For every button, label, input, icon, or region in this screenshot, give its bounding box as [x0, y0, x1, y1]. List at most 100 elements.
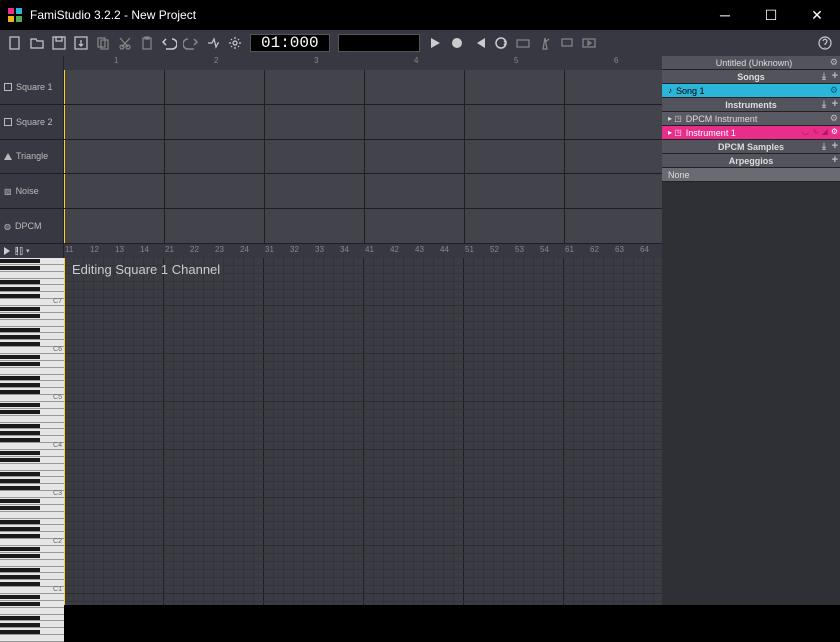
sequencer-corner — [0, 56, 64, 70]
loop-button[interactable] — [490, 32, 512, 54]
song-item[interactable]: ♪ Song 1 ⚙ — [662, 84, 840, 98]
project-panel: Untitled (Unknown) ⚙ Songs ⤓ + ♪ Song 1 … — [662, 56, 840, 605]
import-songs-icon[interactable]: ⤓ — [822, 71, 826, 82]
channel-name[interactable]: ▧Noise — [0, 174, 64, 208]
new-file-button[interactable] — [4, 32, 26, 54]
arpeggio-none[interactable]: None — [662, 168, 840, 182]
octave-label: C1 — [53, 586, 62, 593]
add-arpeggio-icon[interactable]: + — [832, 154, 838, 166]
beat-number: 14 — [140, 245, 149, 254]
beat-number: 31 — [265, 245, 274, 254]
octave-label: C7 — [53, 298, 62, 305]
project-title-row[interactable]: Untitled (Unknown) ⚙ — [662, 56, 840, 70]
import-dpcm-icon[interactable]: ⤓ — [822, 141, 826, 152]
bar-number: 6 — [614, 56, 618, 65]
beat-number: 64 — [640, 245, 649, 254]
app-icon — [0, 0, 30, 30]
square-icon: ▸ ◳ — [668, 114, 682, 123]
gear-icon[interactable]: ⚙ — [830, 85, 838, 96]
help-button[interactable] — [814, 32, 836, 54]
add-song-icon[interactable]: + — [832, 70, 838, 82]
instrument-item-dpcm[interactable]: ▸ ◳ DPCM Instrument ⚙ — [662, 112, 840, 126]
octave-label: C3 — [53, 490, 62, 497]
paste-button[interactable] — [136, 32, 158, 54]
title-bar: FamiStudio 3.2.2 - New Project ─ ☐ ✕ — [0, 0, 840, 30]
export-button[interactable] — [70, 32, 92, 54]
channel-name[interactable]: Square 2 — [0, 105, 64, 139]
channel-row: Square 1 — [0, 70, 662, 105]
transform-button[interactable] — [202, 32, 224, 54]
piano-keyboard[interactable]: C7 C6 C5 C4 C3 C2 C1 — [0, 258, 64, 605]
channel-grid[interactable] — [64, 209, 662, 243]
beat-number: 63 — [615, 245, 624, 254]
progress-bar[interactable] — [338, 34, 420, 52]
minimize-button[interactable]: ─ — [702, 0, 748, 30]
cut-button[interactable] — [114, 32, 136, 54]
octave-label: C4 — [53, 442, 62, 449]
sequencer: 1234567 Square 1Square 2Triangle▧Noise◍D… — [0, 56, 662, 258]
beat-number: 54 — [540, 245, 549, 254]
channel-name[interactable]: Square 1 — [0, 70, 64, 104]
rewind-button[interactable] — [468, 32, 490, 54]
bar-number: 3 — [314, 56, 318, 65]
square-icon: ▸ ◳ — [668, 128, 682, 137]
volume-icon[interactable]: ◢ — [822, 127, 828, 136]
close-button[interactable]: ✕ — [794, 0, 840, 30]
arpeggios-header: Arpeggios + — [662, 154, 840, 168]
gear-icon[interactable]: ⚙ — [831, 127, 838, 136]
gear-icon[interactable]: ⚙ — [830, 57, 838, 68]
machine-button[interactable] — [556, 32, 578, 54]
beat-number: 22 — [190, 245, 199, 254]
qwerty-button[interactable] — [512, 32, 534, 54]
beat-number: 52 — [490, 245, 499, 254]
follow-button[interactable] — [578, 32, 600, 54]
beat-number: 21 — [165, 245, 174, 254]
toolbar: 01:000 — [0, 30, 840, 56]
copy-button[interactable] — [92, 32, 114, 54]
beat-number: 11 — [65, 245, 73, 254]
octave-label: C6 — [53, 346, 62, 353]
note-grid[interactable]: Editing Square 1 Channel — [64, 258, 662, 605]
beat-number: 44 — [440, 245, 449, 254]
channel-name[interactable]: Triangle — [0, 140, 64, 174]
timecode-display[interactable]: 01:000 — [250, 34, 330, 52]
import-instruments-icon[interactable]: ⤓ — [822, 99, 826, 110]
beat-number: 24 — [240, 245, 249, 254]
add-dpcm-icon[interactable]: + — [832, 140, 838, 152]
sequencer-timeline[interactable]: 1234567 — [64, 56, 662, 70]
undo-button[interactable] — [158, 32, 180, 54]
octave-label: C2 — [53, 538, 62, 545]
beat-number: 23 — [215, 245, 224, 254]
bar-number: 4 — [414, 56, 418, 65]
save-file-button[interactable] — [48, 32, 70, 54]
channel-name[interactable]: ◍DPCM — [0, 209, 64, 243]
metronome-button[interactable] — [534, 32, 556, 54]
sequencer-footer-corner[interactable]: ▾ — [0, 244, 64, 258]
instrument-item[interactable]: ▸ ◳ Instrument 1 ◡ ∿ ◢ ⚙ — [662, 126, 840, 140]
add-instrument-icon[interactable]: + — [832, 98, 838, 110]
channel-grid[interactable] — [64, 70, 662, 104]
channel-row: Square 2 — [0, 105, 662, 140]
envelope-icon[interactable]: ◡ — [802, 127, 809, 136]
channel-grid[interactable] — [64, 174, 662, 208]
octave-label: C5 — [53, 394, 62, 401]
waveform-icon[interactable]: ∿ — [812, 127, 819, 136]
pianoroll-timeline[interactable]: 1112131421222324313233344142434451525354… — [64, 244, 662, 258]
gear-icon[interactable]: ⚙ — [830, 113, 838, 124]
record-button[interactable] — [446, 32, 468, 54]
beat-number: 12 — [90, 245, 99, 254]
redo-button[interactable] — [180, 32, 202, 54]
window-title: FamiStudio 3.2.2 - New Project — [30, 8, 702, 22]
maximize-button[interactable]: ☐ — [748, 0, 794, 30]
config-button[interactable] — [224, 32, 246, 54]
play-button[interactable] — [424, 32, 446, 54]
beat-number: 41 — [365, 245, 374, 254]
open-file-button[interactable] — [26, 32, 48, 54]
beat-number: 33 — [315, 245, 324, 254]
bar-number: 5 — [514, 56, 518, 65]
instruments-header: Instruments ⤓ + — [662, 98, 840, 112]
channel-row: Triangle — [0, 140, 662, 175]
channel-grid[interactable] — [64, 105, 662, 139]
channel-grid[interactable] — [64, 140, 662, 174]
beat-number: 51 — [465, 245, 474, 254]
